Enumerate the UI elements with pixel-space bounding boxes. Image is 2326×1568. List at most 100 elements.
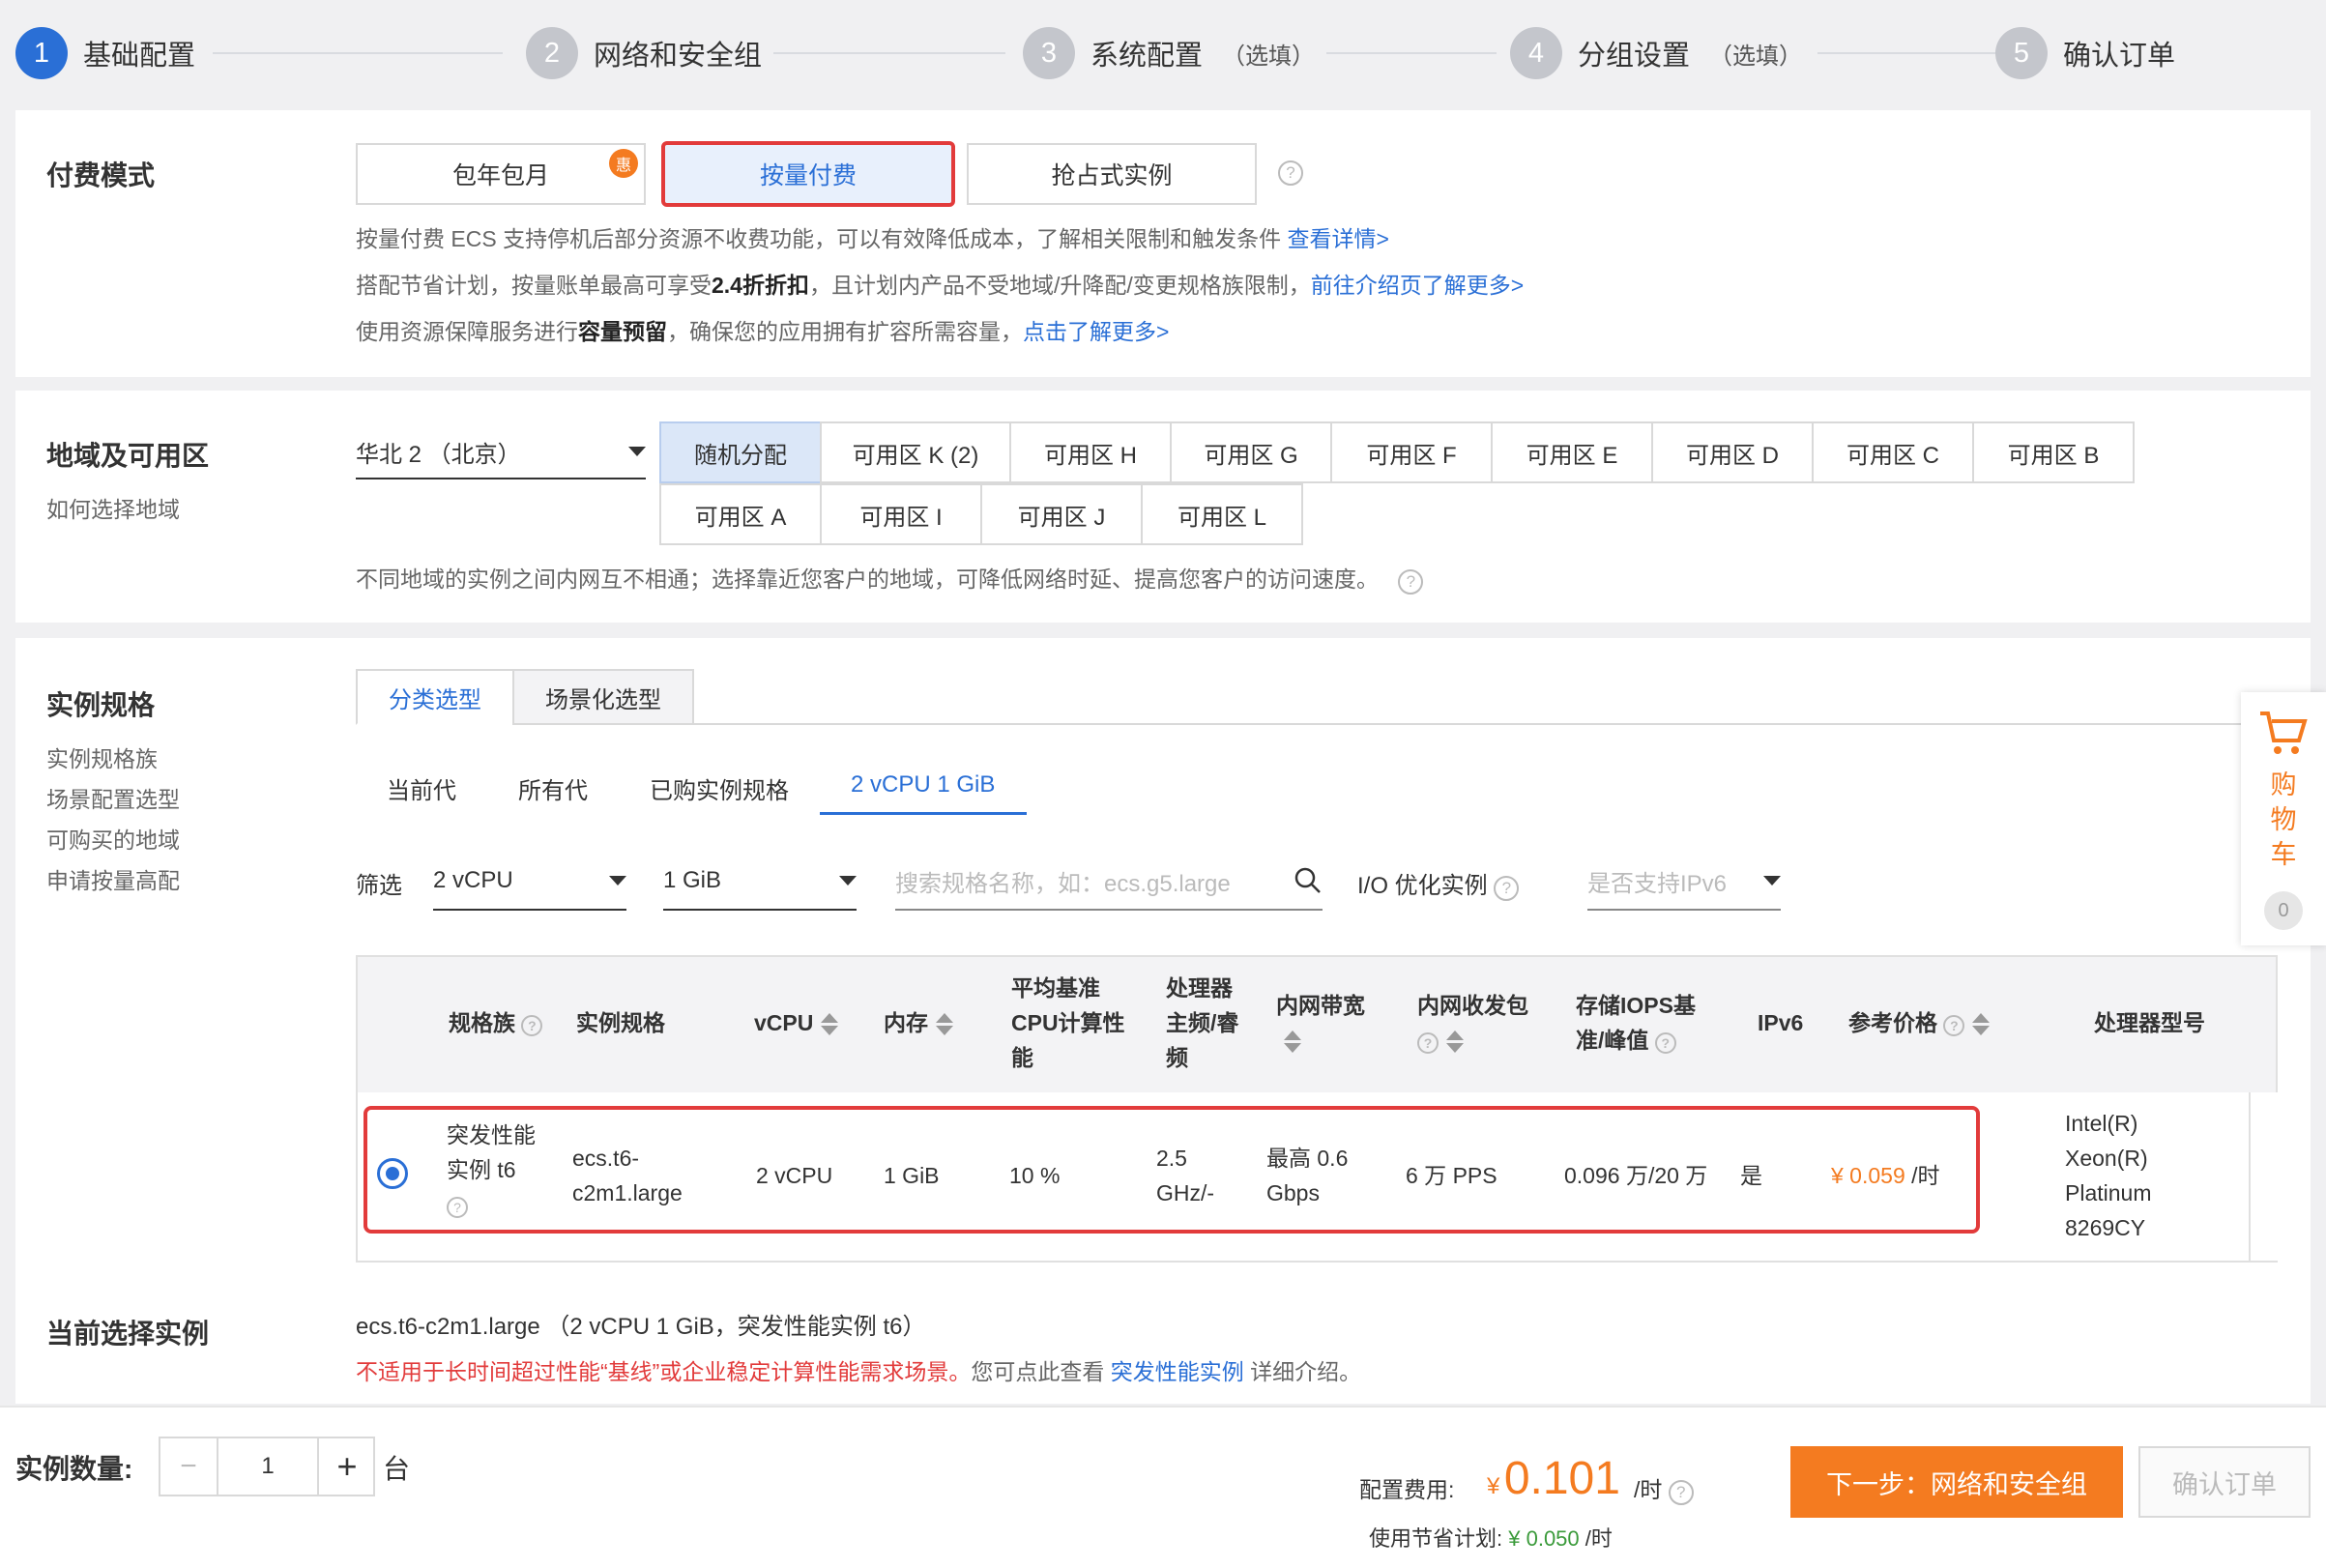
tab-scenario[interactable]: 场景化选型 xyxy=(512,669,694,725)
discount-badge: 惠 xyxy=(609,149,638,178)
step-label: 分组设置 xyxy=(1578,41,1691,72)
quantity-label: 实例数量: xyxy=(15,1454,133,1484)
sort-icon[interactable] xyxy=(1284,1031,1301,1054)
step-4[interactable]: 4 分组设置 （选填） xyxy=(1510,27,1802,79)
saving-unit: /时 xyxy=(1585,1526,1613,1551)
help-icon[interactable]: ? xyxy=(1278,160,1303,186)
step-3[interactable]: 3 系统配置 （选填） xyxy=(1023,27,1315,79)
sort-icon[interactable] xyxy=(936,1013,953,1036)
region-select[interactable]: 华北 2 （北京） xyxy=(356,425,646,479)
step-label: 系统配置 xyxy=(1090,41,1204,72)
help-icon[interactable]: ? xyxy=(1398,569,1424,595)
zone-option[interactable]: 可用区 F xyxy=(1330,421,1493,483)
th-price[interactable]: 参考价格 ? xyxy=(1848,1005,1991,1040)
side-link-spec-family[interactable]: 实例规格族 xyxy=(46,740,158,773)
th-label: 存储IOPS基准/峰值 xyxy=(1576,993,1696,1053)
help-icon[interactable]: ? xyxy=(1494,876,1520,901)
zone-option[interactable]: 可用区 K (2) xyxy=(820,421,1011,483)
next-step-button[interactable]: 下一步：网络和安全组 xyxy=(1790,1446,2123,1518)
vcpu-select[interactable]: 2 vCPU xyxy=(433,853,626,911)
subtab-all-gen[interactable]: 所有代 xyxy=(518,771,588,805)
zone-option[interactable]: 可用区 G xyxy=(1170,421,1332,483)
details-link[interactable]: 查看详情> xyxy=(1287,226,1388,251)
current-title: 当前选择实例 xyxy=(46,1319,210,1349)
help-icon[interactable]: ? xyxy=(1668,1480,1694,1505)
billing-subscription-button[interactable]: 包年包月 xyxy=(356,143,646,205)
th-vcpu[interactable]: vCPU xyxy=(754,1005,839,1040)
sort-icon[interactable] xyxy=(821,1013,839,1036)
ipv6-select[interactable]: 是否支持IPv6 xyxy=(1587,853,1781,911)
tab-category[interactable]: 分类选型 xyxy=(356,669,514,725)
zone-option[interactable]: 随机分配 xyxy=(659,421,822,483)
step-label: 基础配置 xyxy=(83,41,196,72)
th-label: 内网带宽 xyxy=(1276,993,1365,1018)
step-number: 1 xyxy=(15,27,68,79)
spec-search-input[interactable]: 搜索规格名称，如：ecs.g5.large xyxy=(895,853,1323,911)
side-link-quota[interactable]: 申请按量高配 xyxy=(46,862,180,895)
help-icon[interactable]: ? xyxy=(1654,1032,1676,1054)
zone-option[interactable]: 可用区 I xyxy=(820,483,982,545)
side-link-regions[interactable]: 可购买的地域 xyxy=(46,822,180,855)
help-icon[interactable]: ? xyxy=(1417,1032,1439,1054)
zone-option[interactable]: 可用区 J xyxy=(980,483,1143,545)
confirm-order-button[interactable]: 确认订单 xyxy=(2138,1446,2311,1518)
instance-title: 实例规格 xyxy=(46,690,156,720)
help-icon[interactable]: ? xyxy=(1943,1015,1965,1036)
savings-plan-link[interactable]: 前往介绍页了解更多> xyxy=(1311,273,1524,298)
th-memory[interactable]: 内存 xyxy=(884,1005,953,1040)
quantity-stepper[interactable]: − 1 + xyxy=(159,1437,375,1496)
step-number: 3 xyxy=(1023,27,1075,79)
zone-option[interactable]: 可用区 H xyxy=(1009,421,1172,483)
zone-option[interactable]: 可用区 A xyxy=(659,483,822,545)
subtab-current-gen[interactable]: 当前代 xyxy=(387,771,456,805)
billing-payg-button[interactable]: 按量付费 xyxy=(661,141,955,207)
th-bandwidth[interactable]: 内网带宽 xyxy=(1276,988,1382,1058)
burstable-link[interactable]: 突发性能实例 xyxy=(1111,1359,1244,1384)
billing-option-label: 包年包月 xyxy=(451,162,549,189)
zone-label: 可用区 A xyxy=(694,504,787,531)
sort-icon[interactable] xyxy=(1972,1013,1991,1036)
zone-option[interactable]: 可用区 B xyxy=(1972,421,2135,483)
side-link-scenario[interactable]: 场景配置选型 xyxy=(46,781,180,814)
discount-text: 2.4折折扣 xyxy=(712,273,809,298)
cost-unit: /时 ? xyxy=(1634,1471,1694,1505)
th-pps[interactable]: 内网收发包? xyxy=(1417,988,1543,1058)
chevron-down-icon xyxy=(609,876,626,886)
billing-title: 付费模式 xyxy=(46,160,156,190)
th-frequency: 处理器主频/睿频 xyxy=(1166,975,1239,1070)
step-number: 2 xyxy=(526,27,578,79)
th-label: 参考价格 xyxy=(1848,1010,1937,1035)
zone-option[interactable]: 可用区 C xyxy=(1812,421,1974,483)
sort-icon[interactable] xyxy=(1446,1031,1464,1054)
billing-note-2: 搭配节省计划，按量账单最高可享受2.4折折扣，且计划内产品不受地域/升降配/变更… xyxy=(356,267,1524,300)
step-number: 5 xyxy=(1995,27,2048,79)
billing-note-text: ，确保您的应用拥有扩容所需容量， xyxy=(667,319,1023,344)
zone-option[interactable]: 可用区 L xyxy=(1141,483,1303,545)
shopping-cart-panel[interactable]: 购物车 0 xyxy=(2241,692,2326,945)
increment-button[interactable]: + xyxy=(317,1438,375,1495)
zone-option[interactable]: 可用区 D xyxy=(1651,421,1814,483)
help-icon[interactable]: ? xyxy=(521,1015,543,1036)
memory-select[interactable]: 1 GiB xyxy=(663,853,857,911)
quantity-input[interactable]: 1 xyxy=(218,1438,317,1495)
capacity-link[interactable]: 点击了解更多> xyxy=(1023,319,1169,344)
step-1[interactable]: 1 基础配置 xyxy=(15,27,195,79)
region-help-link[interactable]: 如何选择地域 xyxy=(46,491,180,524)
table-scrollbar[interactable] xyxy=(2249,1092,2251,1261)
step-5[interactable]: 5 确认订单 xyxy=(1995,27,2175,79)
billing-note-text: ，且计划内产品不受地域/升降配/变更规格族限制， xyxy=(808,273,1311,298)
search-icon[interactable] xyxy=(1294,866,1323,895)
step-label: 确认订单 xyxy=(2063,41,2176,72)
chevron-down-icon xyxy=(628,447,646,456)
decrement-button[interactable]: − xyxy=(160,1438,218,1495)
step-2[interactable]: 2 网络和安全组 xyxy=(526,27,762,79)
th-cpu-baseline: 平均基准CPU计算性能 xyxy=(1011,975,1125,1070)
cart-icon xyxy=(2260,711,2308,754)
currency-symbol: ¥ xyxy=(1487,1473,1500,1499)
th-ipv6: IPv6 xyxy=(1758,1010,1804,1035)
step-optional: （选填） xyxy=(1709,43,1803,70)
subtab-purchased[interactable]: 已购实例规格 xyxy=(650,771,789,805)
zone-option[interactable]: 可用区 E xyxy=(1491,421,1653,483)
billing-spot-button[interactable]: 抢占式实例 xyxy=(967,143,1257,205)
subtab-filtered[interactable]: 2 vCPU 1 GiB xyxy=(851,771,995,799)
